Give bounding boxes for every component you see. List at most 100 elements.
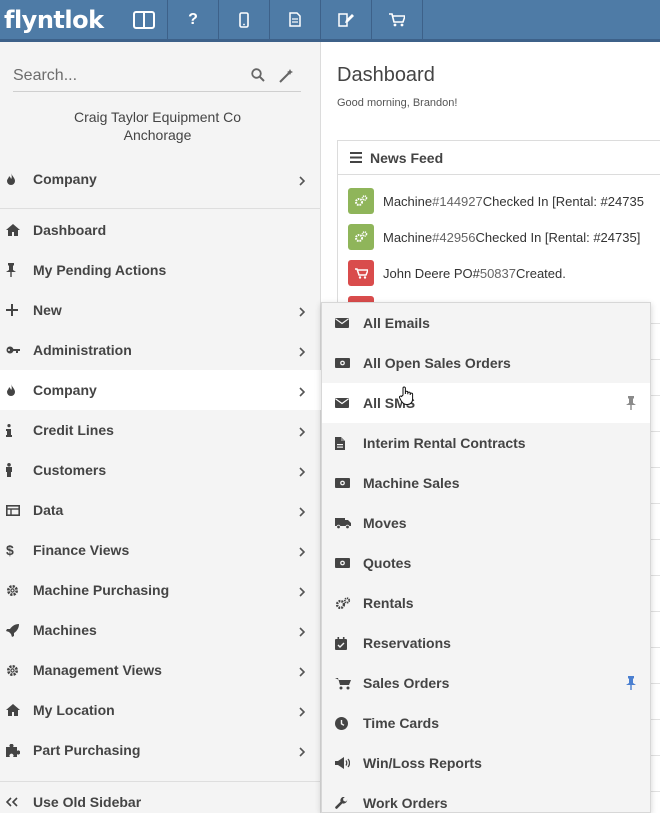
sidebar-item-data[interactable]: Data (0, 490, 321, 530)
machine-number-link[interactable]: #42956 (432, 230, 475, 245)
gears-icon (348, 188, 374, 214)
feed-item[interactable]: Machine #144927 Checked In [Rental: #247… (338, 183, 660, 219)
flyntlok-logo[interactable]: flyntlok (0, 0, 120, 39)
list-icon (350, 152, 362, 163)
search-input[interactable] (13, 66, 243, 85)
sidebar-item-machine-purchasing[interactable]: Machine Purchasing (0, 570, 321, 610)
machine-number-link[interactable]: #144927 (432, 194, 483, 209)
submenu-item-label: Moves (363, 515, 407, 531)
submenu-item-quotes[interactable]: Quotes (322, 543, 650, 583)
feed-item-prefix: Machine (383, 193, 433, 209)
sidebar-item-machines[interactable]: Machines (0, 610, 321, 650)
sidebar-item-company-selector[interactable]: Company (0, 159, 321, 199)
pin-icon[interactable] (626, 396, 636, 413)
submenu-item-reservations[interactable]: Reservations (322, 623, 650, 663)
feed-item-prefix: John Deere PO# (383, 265, 480, 281)
truck-icon (335, 517, 363, 529)
sidebar-item-dashboard[interactable]: Dashboard (0, 210, 321, 250)
sidebar-item-part-purchasing[interactable]: Part Purchasing (0, 730, 321, 770)
feed-item[interactable]: John Deere PO# 50837 Created. (338, 255, 660, 291)
money-icon (335, 558, 363, 568)
edit-document-button[interactable] (321, 0, 372, 39)
chevron-right-icon (299, 544, 306, 560)
feed-item-suffix: Checked In [Rental: #24735] (475, 229, 641, 245)
submenu-item-label: All Emails (363, 315, 430, 331)
submenu-item-label: Interim Rental Contracts (363, 435, 526, 451)
greeting-text: Good morning, Brandon! (337, 97, 458, 109)
chevron-right-icon (299, 624, 306, 640)
sidebar-item-label: Part Purchasing (33, 742, 141, 758)
sidebar-item-label: Customers (33, 462, 107, 478)
sidebar-item-management-views[interactable]: Management Views (0, 650, 321, 690)
chevron-right-icon (299, 424, 306, 440)
sidebar: Craig Taylor Equipment Co Anchorage Comp… (0, 42, 321, 813)
submenu-item-rentals[interactable]: Rentals (322, 583, 650, 623)
sidebar-item-label: New (33, 302, 62, 318)
sidebar-item-administration[interactable]: Administration (0, 330, 321, 370)
feed-item-suffix: Checked In [Rental: #24735 (482, 193, 644, 209)
submenu-item-time-cards[interactable]: Time Cards (322, 703, 650, 743)
search-icon[interactable] (251, 68, 265, 87)
submenu-item-all-sms[interactable]: All SMS (322, 383, 650, 423)
sidebar-item-new[interactable]: New (0, 290, 321, 330)
submenu-item-interim-rental-contracts[interactable]: Interim Rental Contracts (322, 423, 650, 463)
submenu-item-moves[interactable]: Moves (322, 503, 650, 543)
sidebar-item-finance-views[interactable]: $ Finance Views (0, 530, 321, 570)
submenu-item-label: Machine Sales (363, 475, 460, 491)
document-icon (289, 12, 301, 27)
sidebar-item-label: Machine Purchasing (33, 582, 170, 598)
cart-button[interactable] (372, 0, 423, 39)
feed-item[interactable]: Machine #42956 Checked In [Rental: #2473… (338, 219, 660, 255)
chevron-right-icon (299, 664, 306, 680)
money-icon (335, 358, 363, 368)
use-old-sidebar-button[interactable]: Use Old Sidebar (0, 782, 321, 813)
sidebar-item-customers[interactable]: Customers (0, 450, 321, 490)
gear-icon (6, 584, 33, 597)
gear-icon (6, 664, 33, 677)
feed-item-prefix: Machine (383, 229, 433, 245)
layout-toggle-button[interactable] (120, 0, 168, 39)
po-number-link[interactable]: 50837 (480, 266, 516, 281)
dollar-icon: $ (6, 542, 14, 558)
mobile-button[interactable] (219, 0, 270, 39)
sidebar-item-credit-lines[interactable]: Credit Lines (0, 410, 321, 450)
magic-wand-icon[interactable] (279, 68, 294, 88)
chevron-right-icon (299, 704, 306, 720)
home-icon (6, 704, 33, 716)
submenu-item-label: Time Cards (363, 715, 439, 731)
sidebar-item-my-pending-actions[interactable]: My Pending Actions (0, 250, 321, 290)
page-title: Dashboard (337, 64, 435, 86)
cart-icon (348, 260, 374, 286)
help-button[interactable]: ? (168, 0, 219, 39)
calendar-icon (335, 636, 363, 650)
sidebar-item-label: Management Views (33, 662, 162, 678)
submenu-item-sales-orders[interactable]: Sales Orders (322, 663, 650, 703)
fire-icon (6, 383, 33, 397)
pin-icon[interactable] (626, 676, 636, 693)
company-location: Anchorage (123, 127, 192, 143)
submenu-item-label: Sales Orders (363, 675, 450, 691)
submenu-item-machine-sales[interactable]: Machine Sales (322, 463, 650, 503)
news-feed-title: News Feed (370, 149, 444, 166)
double-chevron-left-icon (6, 797, 33, 807)
sidebar-item-label: My Pending Actions (33, 262, 167, 278)
home-icon (6, 224, 33, 236)
gears-icon (348, 224, 374, 250)
submenu-item-label: Quotes (363, 555, 412, 571)
clock-icon (335, 716, 363, 730)
submenu-item-all-open-sales-orders[interactable]: All Open Sales Orders (322, 343, 650, 383)
envelope-icon (335, 318, 363, 328)
submenu-item-all-emails[interactable]: All Emails (322, 303, 650, 343)
file-icon (335, 436, 363, 450)
gears-icon (335, 596, 363, 610)
submenu-item-work-orders[interactable]: Work Orders (322, 783, 650, 813)
chevron-right-icon (299, 584, 306, 600)
document-button[interactable] (270, 0, 321, 39)
cart-icon (335, 677, 363, 690)
sidebar-item-my-location[interactable]: My Location (0, 690, 321, 730)
puzzle-icon (6, 743, 33, 757)
sidebar-item-label: Administration (33, 342, 132, 358)
feed-item-suffix: Created. (516, 265, 566, 281)
submenu-item-win-loss-reports[interactable]: Win/Loss Reports (322, 743, 650, 783)
sidebar-item-company[interactable]: Company (0, 370, 321, 410)
